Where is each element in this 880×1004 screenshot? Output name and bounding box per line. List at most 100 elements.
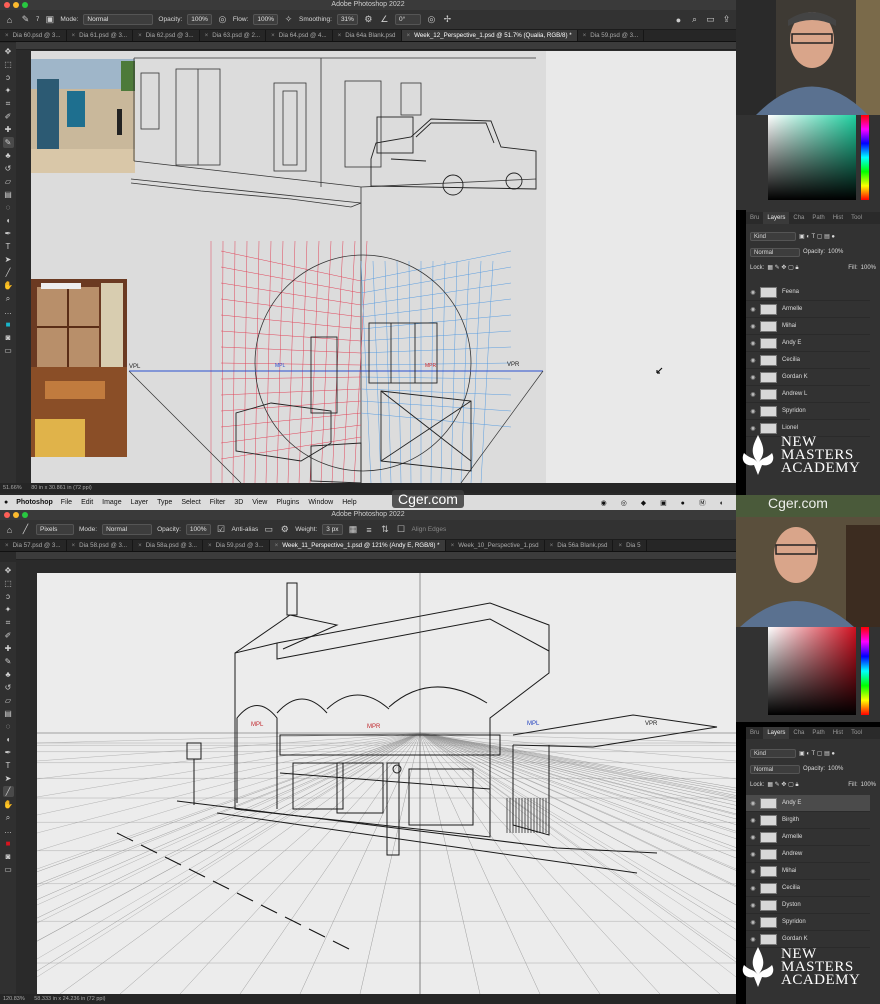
screen-mode-icon[interactable]: ▭	[3, 345, 14, 356]
brush-tool-icon[interactable]: ✎	[2, 137, 14, 148]
panel-tab[interactable]: Layers	[763, 727, 790, 739]
quick-mask-icon[interactable]: ◙	[3, 851, 14, 862]
panel-tab[interactable]: Hist	[829, 727, 847, 739]
visibility-eye-icon[interactable]: ◉	[746, 800, 760, 807]
quick-select-icon[interactable]: ✦	[3, 85, 14, 96]
visibility-eye-icon[interactable]: ◉	[746, 902, 760, 909]
eraser-icon[interactable]: ▱	[3, 176, 14, 187]
screen-mode-icon[interactable]: ▭	[3, 864, 14, 875]
share-icon[interactable]: ⇪	[721, 14, 732, 25]
smoothing-field[interactable]: 31%	[336, 14, 358, 25]
menu-item[interactable]: 3D	[234, 499, 243, 506]
more-tools-icon[interactable]: …	[3, 825, 14, 836]
minimize-dot-icon[interactable]	[13, 2, 19, 8]
path-select-icon[interactable]: ➤	[3, 773, 14, 784]
brush-panel-icon[interactable]: ▣	[44, 14, 55, 25]
healing-brush-icon[interactable]: ✚	[3, 124, 14, 135]
document-tab[interactable]: × Dia 60.psd @ 3...	[0, 30, 67, 41]
line-tool-icon[interactable]: ╱	[2, 786, 14, 797]
menu-item[interactable]: Edit	[81, 499, 93, 506]
menu-item[interactable]: Layer	[131, 499, 149, 506]
bottom-canvas[interactable]: MPL MPR MPL VPR	[37, 573, 736, 994]
marquee-tool-icon[interactable]: ⬚	[3, 578, 14, 589]
move-tool-icon[interactable]: ✥	[3, 46, 14, 57]
visibility-eye-icon[interactable]: ◉	[746, 323, 760, 330]
brush-size-value[interactable]: 7	[36, 17, 39, 23]
menu-item[interactable]: Window	[308, 499, 333, 506]
bottom-zoom-level[interactable]: 120.83%	[3, 996, 25, 1002]
close-tab-icon[interactable]: ×	[138, 32, 142, 39]
opacity-value-panel[interactable]: 100%	[828, 766, 843, 772]
gradient-tool-icon[interactable]: ▤	[3, 189, 14, 200]
panel-tab[interactable]: Bru	[746, 212, 763, 224]
hand-tool-icon[interactable]: ✋	[3, 799, 14, 810]
document-tab[interactable]: × Dia 57.psd @ 3...	[0, 540, 67, 551]
quick-mask-icon[interactable]: ◙	[3, 332, 14, 343]
clone-stamp-icon[interactable]: ♣	[3, 150, 14, 161]
visibility-eye-icon[interactable]: ◉	[746, 919, 760, 926]
close-tab-icon[interactable]: ×	[72, 32, 76, 39]
visibility-eye-icon[interactable]: ◉	[746, 834, 760, 841]
menu-item[interactable]: File	[61, 499, 72, 506]
close-dot-icon[interactable]	[4, 512, 10, 518]
search-icon[interactable]: ⌕	[689, 14, 700, 25]
blend-mode-select[interactable]: Normal	[750, 247, 800, 257]
layer-row[interactable]: ◉ Dyston	[746, 897, 870, 914]
history-brush-icon[interactable]: ↺	[3, 682, 14, 693]
panel-tab[interactable]: Layers	[763, 212, 790, 224]
visibility-eye-icon[interactable]: ◉	[746, 391, 760, 398]
pressure-opacity-icon[interactable]: ◎	[217, 14, 228, 25]
opacity-value-panel[interactable]: 100%	[828, 249, 843, 255]
document-tab[interactable]: × Dia 58.psd @ 3...	[67, 540, 134, 551]
layer-row[interactable]: ◉ Cecilia	[746, 880, 870, 897]
visibility-eye-icon[interactable]: ◉	[746, 408, 760, 415]
gear-icon[interactable]: ⚙	[279, 524, 290, 535]
move-tool-icon[interactable]: ✥	[3, 565, 14, 576]
path-arrange-icon[interactable]: ⇅	[380, 524, 391, 535]
pen-tool-icon[interactable]: ✒	[3, 228, 14, 239]
gradient-tool-icon[interactable]: ▤	[3, 708, 14, 719]
eyedropper-icon[interactable]: ✐	[3, 111, 14, 122]
angle-field[interactable]: 0°	[394, 14, 421, 25]
panel-tab[interactable]: Hist	[829, 212, 847, 224]
hand-tool-icon[interactable]: ✋	[3, 280, 14, 291]
home-icon[interactable]: ⌂	[4, 524, 15, 535]
marquee-tool-icon[interactable]: ⬚	[3, 59, 14, 70]
pixels-select[interactable]: Pixels	[36, 524, 74, 535]
top-canvas[interactable]: VPL VPR MPL MPR	[31, 51, 736, 483]
fill-value[interactable]: 100%	[861, 782, 876, 788]
opacity-field[interactable]: 100%	[187, 14, 212, 25]
menu-item[interactable]: Type	[157, 499, 172, 506]
workspace-icon[interactable]: ▭	[705, 14, 716, 25]
layer-row[interactable]: ◉ Cecilia	[746, 352, 870, 369]
fill-value[interactable]: 100%	[861, 265, 876, 271]
visibility-eye-icon[interactable]: ◉	[746, 289, 760, 296]
path-align-icon[interactable]: ≡	[364, 524, 375, 535]
lock-icons[interactable]: ▦ ✎ ✥ ▢ 🔒︎	[767, 264, 798, 272]
visibility-eye-icon[interactable]: ◉	[746, 374, 760, 381]
line-tool-icon[interactable]: ╱	[3, 267, 14, 278]
layer-row[interactable]: ◉ Mihai	[746, 318, 870, 335]
opacity-field[interactable]: 100%	[185, 524, 211, 535]
close-tab-icon[interactable]: ×	[451, 542, 455, 549]
layer-row[interactable]: ◉ Armelle	[746, 829, 870, 846]
visibility-eye-icon[interactable]: ◉	[746, 306, 760, 313]
crop-tool-icon[interactable]: ⌗	[3, 617, 14, 628]
eyedropper-icon[interactable]: ✐	[3, 630, 14, 641]
close-tab-icon[interactable]: ×	[205, 32, 209, 39]
visibility-eye-icon[interactable]: ◉	[746, 340, 760, 347]
mode-select[interactable]: Normal	[102, 524, 153, 535]
menu-item[interactable]: Plugins	[276, 499, 299, 506]
close-tab-icon[interactable]: ×	[5, 542, 9, 549]
layer-row[interactable]: ◉ Armelle	[746, 301, 870, 318]
layer-row[interactable]: ◉ Spyridon	[746, 403, 870, 420]
visibility-eye-icon[interactable]: ◉	[746, 868, 760, 875]
close-tab-icon[interactable]: ×	[583, 32, 587, 39]
document-tab[interactable]: × Dia 61.psd @ 3...	[67, 30, 134, 41]
document-tab[interactable]: × Dia 64.psd @ 4...	[266, 30, 333, 41]
layer-row[interactable]: ◉ Andrew L	[746, 386, 870, 403]
visibility-eye-icon[interactable]: ◉	[746, 817, 760, 824]
zoom-tool-icon[interactable]: ⌕	[3, 293, 14, 304]
document-tab[interactable]: × Dia 64a Blank.psd	[333, 30, 402, 41]
eraser-icon[interactable]: ▱	[3, 695, 14, 706]
